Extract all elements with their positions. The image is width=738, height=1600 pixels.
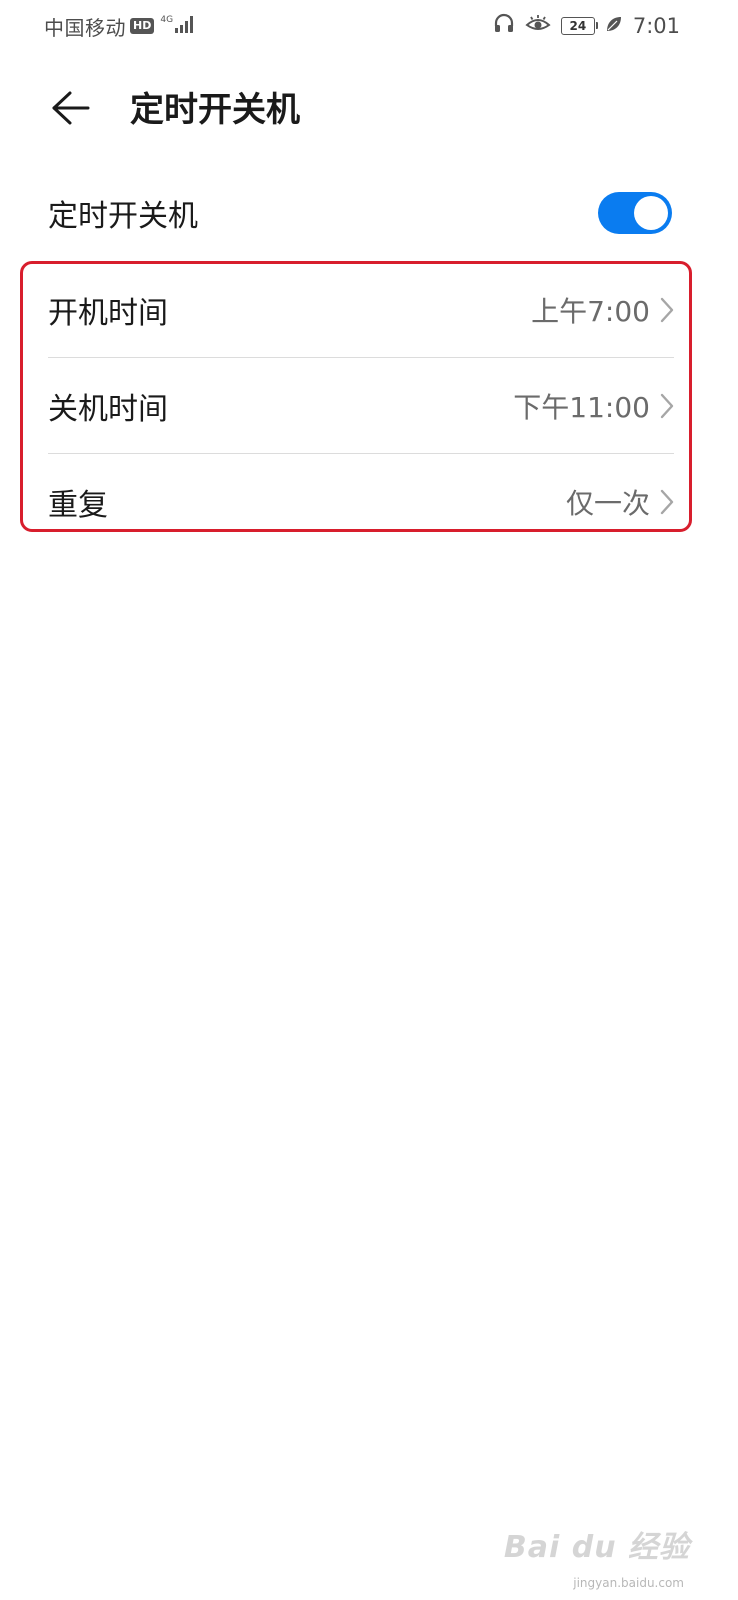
- scheduled-power-toggle-row[interactable]: 定时开关机: [48, 178, 674, 248]
- status-left: 中国移动 HD 4G: [44, 10, 196, 42]
- battery-level: 24: [569, 19, 587, 33]
- repeat-right: 仅一次: [566, 482, 674, 522]
- page-title: 定时开关机: [130, 90, 300, 130]
- chevron-right-icon: [660, 489, 674, 515]
- leaf-icon: [605, 15, 623, 37]
- baidu-watermark: Bai du 经验: [504, 1522, 690, 1566]
- hd-badge: HD: [130, 18, 155, 34]
- status-bar: 中国移动 HD 4G 24 7:01: [0, 0, 738, 52]
- status-right: 24 7:01: [483, 10, 680, 42]
- repeat-label: 重复: [48, 488, 108, 523]
- repeat-value: 仅一次: [565, 487, 650, 520]
- watermark-sub: jingyan.baidu.com: [573, 1576, 684, 1590]
- toggle-label: 定时开关机: [48, 199, 198, 234]
- app-header: 定时开关机: [0, 60, 738, 156]
- arrow-left-icon: [50, 90, 90, 130]
- eye-comfort-icon: [525, 14, 551, 38]
- power-off-time-right: 下午11:00: [513, 386, 674, 426]
- repeat-row[interactable]: 重复 仅一次: [48, 454, 674, 550]
- back-button[interactable]: [44, 84, 96, 136]
- chevron-right-icon: [660, 393, 674, 419]
- switch-knob: [634, 196, 668, 230]
- chevron-right-icon: [660, 297, 674, 323]
- carrier-name: 中国移动: [44, 15, 126, 40]
- signal-icon: [174, 14, 196, 38]
- power-on-time-row[interactable]: 开机时间 上午7:00: [48, 262, 674, 358]
- power-off-time-label: 关机时间: [48, 391, 168, 427]
- battery-icon: 24: [560, 17, 598, 35]
- network-type: 4G: [160, 15, 174, 25]
- power-on-time-right: 上午7:00: [531, 290, 674, 330]
- settings-list: 开机时间 上午7:00 关机时间 下午11:00 重复 仅一次: [48, 262, 674, 550]
- watermark-text: Bai du 经验: [503, 1530, 690, 1565]
- status-clock: 7:01: [632, 14, 680, 38]
- power-off-time-value: 下午11:00: [513, 390, 650, 424]
- headset-icon: [493, 13, 515, 39]
- power-on-time-label: 开机时间: [48, 295, 168, 331]
- power-off-time-row[interactable]: 关机时间 下午11:00: [48, 358, 674, 454]
- scheduled-power-switch[interactable]: [598, 192, 672, 234]
- power-on-time-value: 上午7:00: [531, 294, 650, 328]
